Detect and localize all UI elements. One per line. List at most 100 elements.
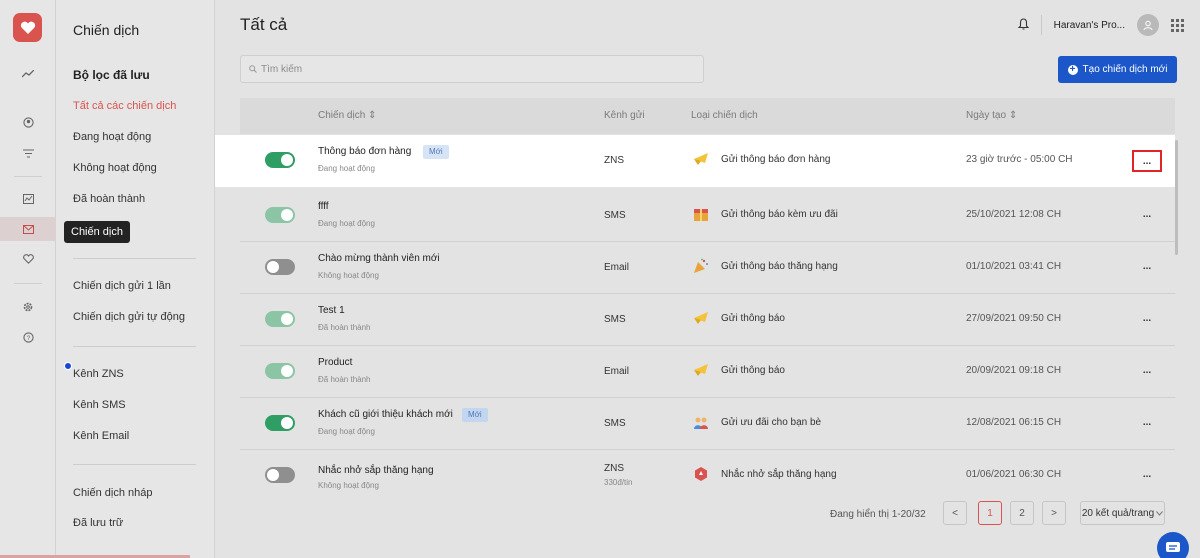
table-row[interactable]: Khách cũ giới thiệu khách mới Mới Đang h… [240, 398, 1175, 450]
chevron-down-icon [1156, 510, 1164, 516]
more-actions-button[interactable]: ... [1132, 150, 1162, 172]
column-type: Loại chiến dịch [691, 110, 758, 121]
created-date: 20/09/2021 09:18 CH [966, 365, 1062, 376]
gift-icon [693, 206, 709, 222]
table-row[interactable]: Thông báo đơn hàng Mới Đang hoạt động ZN… [215, 135, 1175, 187]
heart-logo-icon[interactable] [13, 13, 42, 42]
more-actions-button[interactable]: ... [1132, 465, 1162, 487]
more-actions-button[interactable]: ... [1132, 309, 1162, 331]
column-channel: Kênh gửi [604, 110, 645, 121]
status-toggle[interactable] [265, 207, 295, 223]
scrollbar[interactable] [1175, 140, 1178, 255]
created-date: 12/08/2021 06:15 CH [966, 417, 1062, 428]
search-box[interactable] [240, 55, 704, 83]
table-row[interactable]: Product Đã hoàn thành Email Gửi thông bá… [240, 346, 1175, 398]
channel-value: SMS [604, 314, 626, 325]
table-row[interactable]: Chào mừng thành viên mới Không hoạt động… [240, 242, 1175, 294]
status-toggle[interactable] [265, 152, 295, 168]
heart-icon[interactable] [0, 247, 56, 271]
megaphone-icon [693, 310, 709, 326]
page-button-1[interactable]: 1 [978, 501, 1002, 525]
campaign-name[interactable]: Chào mừng thành viên mới [318, 253, 440, 264]
campaign-name[interactable]: Khách cũ giới thiệu khách mới [318, 409, 453, 420]
nav-item-automated[interactable]: Chiến dịch gửi tự động [73, 311, 185, 323]
nav-item-drafts[interactable]: Chiến dịch nháp [73, 487, 153, 499]
trend-icon[interactable] [0, 62, 56, 86]
create-campaign-label: Tạo chiến dịch mới [1082, 64, 1168, 75]
table-row[interactable]: Nhắc nhở sắp thăng hạng Không hoạt động … [240, 450, 1175, 502]
more-actions-button[interactable]: ... [1132, 413, 1162, 435]
nav-title: Chiến dịch [73, 22, 140, 38]
column-created[interactable]: Ngày tạo ⇕ [966, 110, 1017, 121]
nav-item-completed[interactable]: Đã hoàn thành [73, 193, 145, 205]
status-toggle[interactable] [265, 467, 295, 483]
campaign-status: Đang hoạt động [318, 219, 375, 228]
per-page-select[interactable]: 20 kết quả/trang [1080, 501, 1165, 525]
more-actions-button[interactable]: ... [1132, 205, 1162, 227]
campaign-name[interactable]: Product [318, 357, 352, 368]
campaign-name[interactable]: Thông báo đơn hàng [318, 146, 411, 157]
store-name[interactable]: Haravan's Pro... [1054, 20, 1125, 31]
mail-icon[interactable] [0, 217, 56, 241]
gear-icon[interactable] [0, 295, 56, 319]
svg-text:?: ? [26, 334, 30, 341]
friends-icon [693, 414, 709, 430]
sort-icon: ⇕ [368, 110, 377, 121]
user-circle-icon[interactable] [0, 110, 56, 134]
megaphone-icon [693, 151, 709, 167]
new-badge: Mới [423, 145, 449, 159]
channel-value: ZNS [604, 155, 624, 166]
prev-page-button[interactable]: < [943, 501, 967, 525]
nav-item-one-time[interactable]: Chiến dịch gửi 1 lần [73, 280, 171, 292]
table-header: Chiến dịch ⇕ Kênh gửi Loại chiến dịch Ng… [240, 98, 1175, 134]
nav-divider [73, 258, 196, 259]
megaphone-icon [693, 362, 709, 378]
search-icon [249, 65, 257, 73]
chat-icon[interactable] [1157, 532, 1189, 558]
apps-grid-icon[interactable] [1171, 18, 1184, 32]
rank-icon [693, 466, 709, 482]
next-page-button[interactable]: > [1042, 501, 1066, 525]
created-date: 01/06/2021 06:30 CH [966, 469, 1062, 480]
status-toggle[interactable] [265, 363, 295, 379]
nav-item-email-channel[interactable]: Kênh Email [73, 430, 129, 442]
per-page-value: 20 kết quả/trang [1081, 507, 1155, 519]
nav-item-active[interactable]: Đang hoạt động [73, 131, 151, 143]
rail-divider [14, 176, 42, 177]
nav-item-all-campaigns[interactable]: Tất cả các chiến dịch [73, 100, 176, 112]
nav-item-inactive[interactable]: Không hoạt động [73, 162, 157, 174]
campaign-name[interactable]: ffff [318, 201, 329, 212]
status-toggle[interactable] [265, 311, 295, 327]
campaign-status: Không hoạt động [318, 481, 379, 490]
help-icon[interactable]: ? [0, 325, 56, 349]
bell-icon[interactable] [1017, 17, 1029, 33]
page-button-2[interactable]: 2 [1010, 501, 1034, 525]
campaign-status: Không hoạt động [318, 271, 379, 280]
campaign-status: Đang hoạt động [318, 427, 375, 436]
table-row[interactable]: ffff Đang hoạt động SMS Gửi thông báo kè… [240, 190, 1175, 242]
icon-rail: ? [0, 0, 56, 558]
nav-item-archived[interactable]: Đã lưu trữ [73, 517, 123, 529]
status-toggle[interactable] [265, 259, 295, 275]
new-badge: Mới [462, 408, 488, 422]
nav-item-zns-channel[interactable]: Kênh ZNS [73, 368, 124, 380]
more-actions-button[interactable]: ... [1132, 257, 1162, 279]
table-row[interactable]: Test 1 Đã hoàn thành SMS Gửi thông báo 2… [240, 294, 1175, 346]
create-campaign-button[interactable]: + Tạo chiến dịch mới [1058, 56, 1177, 83]
filter-icon[interactable] [0, 141, 56, 165]
report-icon[interactable] [0, 187, 56, 211]
column-campaign[interactable]: Chiến dịch ⇕ [318, 110, 376, 121]
rail-divider [14, 283, 42, 284]
avatar[interactable] [1137, 14, 1159, 36]
campaign-name[interactable]: Nhắc nhở sắp thăng hạng [318, 465, 434, 476]
channel-value: Email [604, 366, 630, 377]
status-toggle[interactable] [265, 415, 295, 431]
sort-icon: ⇕ [1008, 110, 1018, 121]
search-input[interactable] [261, 63, 681, 75]
channel-value: SMS [604, 210, 626, 221]
more-actions-button[interactable]: ... [1132, 361, 1162, 383]
party-icon [693, 258, 709, 274]
campaign-name[interactable]: Test 1 [318, 305, 345, 316]
nav-item-sms-channel[interactable]: Kênh SMS [73, 399, 126, 411]
created-date: 25/10/2021 12:08 CH [966, 209, 1062, 220]
